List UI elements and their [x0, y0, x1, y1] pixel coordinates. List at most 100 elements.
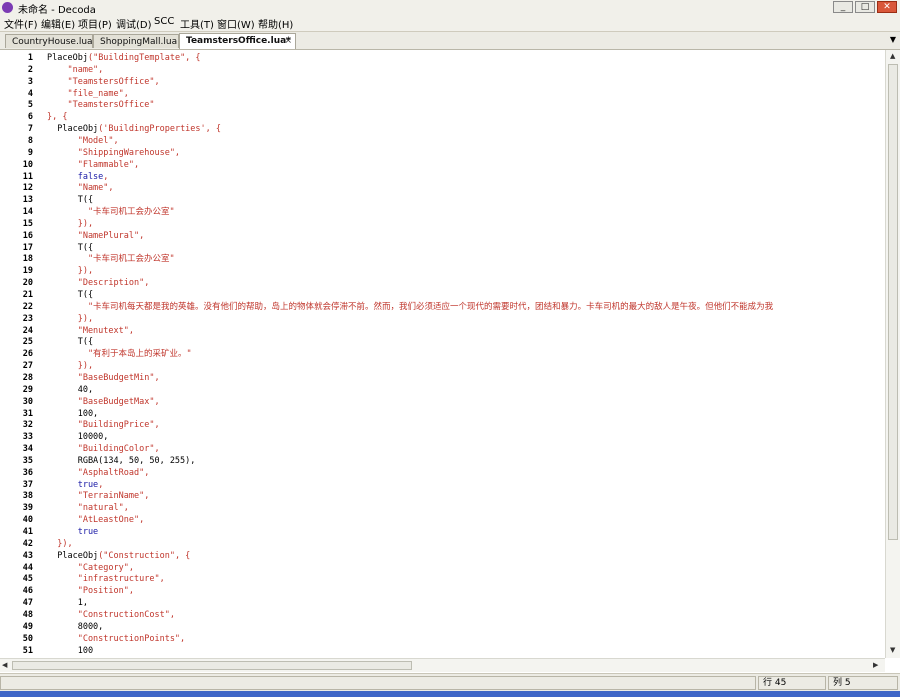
vertical-scrollbar[interactable]: ▲ ▼	[885, 50, 900, 658]
code-line[interactable]: 24 "Menutext",	[0, 325, 885, 337]
code-line[interactable]: 26 "有利于本岛上的采矿业。"	[0, 348, 885, 360]
code-text: "卡车司机工会办公室"	[47, 206, 175, 218]
code-line[interactable]: 33 10000,	[0, 431, 885, 443]
vertical-scroll-thumb[interactable]	[888, 64, 898, 540]
menu-file[interactable]: 文件(F)	[4, 16, 38, 31]
code-line[interactable]: 36 "AsphaltRoad",	[0, 467, 885, 479]
menu-edit[interactable]: 编辑(E)	[41, 16, 75, 31]
code-token: T({	[47, 290, 94, 300]
code-line[interactable]: 7 PlaceObj('BuildingProperties', {	[0, 123, 885, 135]
horizontal-scrollbar[interactable]: ◀ ▶	[0, 658, 885, 672]
tab-shoppingmall[interactable]: ShoppingMall.lua	[93, 34, 179, 48]
code-line[interactable]: 6}, {	[0, 111, 885, 123]
close-button[interactable]: ✕	[877, 1, 897, 13]
code-token: "BaseBudgetMax",	[47, 396, 160, 407]
code-token: ('BuildingProperties', {	[98, 124, 222, 135]
line-number: 49	[22, 621, 33, 632]
code-line[interactable]: 5 "TeamstersOffice"	[0, 99, 885, 111]
tab-teamstersoffice[interactable]: TeamstersOffice.lua* ×	[179, 33, 296, 49]
code-line[interactable]: 2 "name",	[0, 64, 885, 76]
line-number: 22	[22, 301, 33, 312]
line-number: 16	[22, 230, 33, 241]
code-editor[interactable]: 1 PlaceObj("BuildingTemplate", {2 "name",…	[0, 50, 885, 658]
status-column: 列 5	[828, 676, 898, 690]
code-line[interactable]: 39 "natural",	[0, 502, 885, 514]
code-line[interactable]: 10 "Flammable",	[0, 159, 885, 171]
code-line[interactable]: 3 "TeamstersOffice",	[0, 76, 885, 88]
code-line[interactable]: 28 "BaseBudgetMin",	[0, 372, 885, 384]
code-line[interactable]: 25 T({	[0, 336, 885, 348]
tab-countryhouse[interactable]: CountryHouse.lua	[5, 34, 93, 48]
code-line[interactable]: 20 "Description",	[0, 277, 885, 289]
menu-tools[interactable]: 工具(T)	[180, 16, 214, 31]
code-line[interactable]: 31 100,	[0, 408, 885, 420]
code-line[interactable]: 17 T({	[0, 242, 885, 254]
code-line[interactable]: 8 "Model",	[0, 135, 885, 147]
menu-project[interactable]: 项目(P)	[78, 16, 112, 31]
code-line[interactable]: 13 T({	[0, 194, 885, 206]
menu-window[interactable]: 窗口(W)	[217, 16, 255, 31]
code-line[interactable]: 30 "BaseBudgetMax",	[0, 396, 885, 408]
code-line[interactable]: 40 "AtLeastOne",	[0, 514, 885, 526]
code-line[interactable]: 44 "Category",	[0, 562, 885, 574]
menu-debug[interactable]: 调试(D)	[116, 16, 152, 31]
menu-scc[interactable]: SCC	[154, 16, 174, 27]
code-line[interactable]: 49 8000,	[0, 621, 885, 633]
code-text: "AtLeastOne",	[47, 514, 145, 526]
code-text: 10000,	[47, 431, 109, 443]
code-text: T({	[47, 336, 93, 348]
code-text: false,	[47, 171, 109, 183]
code-line[interactable]: 37 true,	[0, 479, 885, 491]
code-token: RGBA(134, 50, 50, 255),	[47, 455, 196, 466]
code-text: }, {	[47, 111, 67, 123]
code-line[interactable]: 46 "Position",	[0, 585, 885, 597]
menu-bar: 文件(F) 编辑(E) 项目(P) 调试(D) SCC 工具(T) 窗口(W) …	[0, 15, 900, 32]
line-number: 13	[22, 195, 33, 206]
horizontal-scroll-thumb[interactable]	[12, 661, 412, 670]
code-token: PlaceObj	[47, 53, 88, 63]
code-line[interactable]: 18 "卡车司机工会办公室"	[0, 253, 885, 265]
code-line[interactable]: 47 1,	[0, 597, 885, 609]
code-line[interactable]: 22 "卡车司机每天都是我的英雄。没有他们的帮助，岛上的物体就会停滞不前。然而，…	[0, 301, 885, 313]
code-line[interactable]: 11 false,	[0, 171, 885, 183]
code-line[interactable]: 48 "ConstructionCost",	[0, 609, 885, 621]
line-number: 10	[22, 159, 33, 170]
code-line[interactable]: 41 true	[0, 526, 885, 538]
code-line[interactable]: 9 "ShippingWarehouse",	[0, 147, 885, 159]
tab-list-dropdown-icon[interactable]: ▼	[890, 35, 896, 44]
code-line[interactable]: 15 }),	[0, 218, 885, 230]
code-line[interactable]: 23 }),	[0, 313, 885, 325]
line-number: 29	[22, 384, 33, 395]
code-line[interactable]: 50 "ConstructionPoints",	[0, 633, 885, 645]
code-line[interactable]: 42 }),	[0, 538, 885, 550]
code-text: true,	[47, 479, 104, 491]
code-line[interactable]: 43 PlaceObj("Construction", {	[0, 550, 885, 562]
line-number: 43	[22, 550, 33, 561]
scroll-up-arrow-icon[interactable]: ▲	[890, 52, 895, 60]
code-line[interactable]: 27 }),	[0, 360, 885, 372]
code-line[interactable]: 45 "infrastructure",	[0, 573, 885, 585]
code-line[interactable]: 35 RGBA(134, 50, 50, 255),	[0, 455, 885, 467]
code-line[interactable]: 51 100	[0, 645, 885, 657]
tab-close-icon[interactable]: ×	[284, 34, 292, 48]
code-line[interactable]: 19 }),	[0, 265, 885, 277]
code-line[interactable]: 21 T({	[0, 289, 885, 301]
code-text: "BuildingPrice",	[47, 419, 160, 431]
code-token: "Description",	[47, 278, 150, 289]
maximize-button[interactable]: □	[855, 1, 875, 13]
code-line[interactable]: 14 "卡车司机工会办公室"	[0, 206, 885, 218]
code-line[interactable]: 1 PlaceObj("BuildingTemplate", {	[0, 52, 885, 64]
menu-help[interactable]: 帮助(H)	[258, 16, 293, 31]
code-line[interactable]: 4 "file_name",	[0, 88, 885, 100]
scroll-right-arrow-icon[interactable]: ▶	[873, 661, 878, 669]
code-line[interactable]: 38 "TerrainName",	[0, 490, 885, 502]
code-line[interactable]: 32 "BuildingPrice",	[0, 419, 885, 431]
scroll-left-arrow-icon[interactable]: ◀	[2, 661, 7, 669]
scroll-down-arrow-icon[interactable]: ▼	[890, 646, 895, 654]
code-line[interactable]: 12 "Name",	[0, 182, 885, 194]
code-line[interactable]: 16 "NamePlural",	[0, 230, 885, 242]
minimize-button[interactable]: _	[833, 1, 853, 13]
code-line[interactable]: 34 "BuildingColor",	[0, 443, 885, 455]
line-number: 33	[22, 432, 33, 443]
code-line[interactable]: 29 40,	[0, 384, 885, 396]
